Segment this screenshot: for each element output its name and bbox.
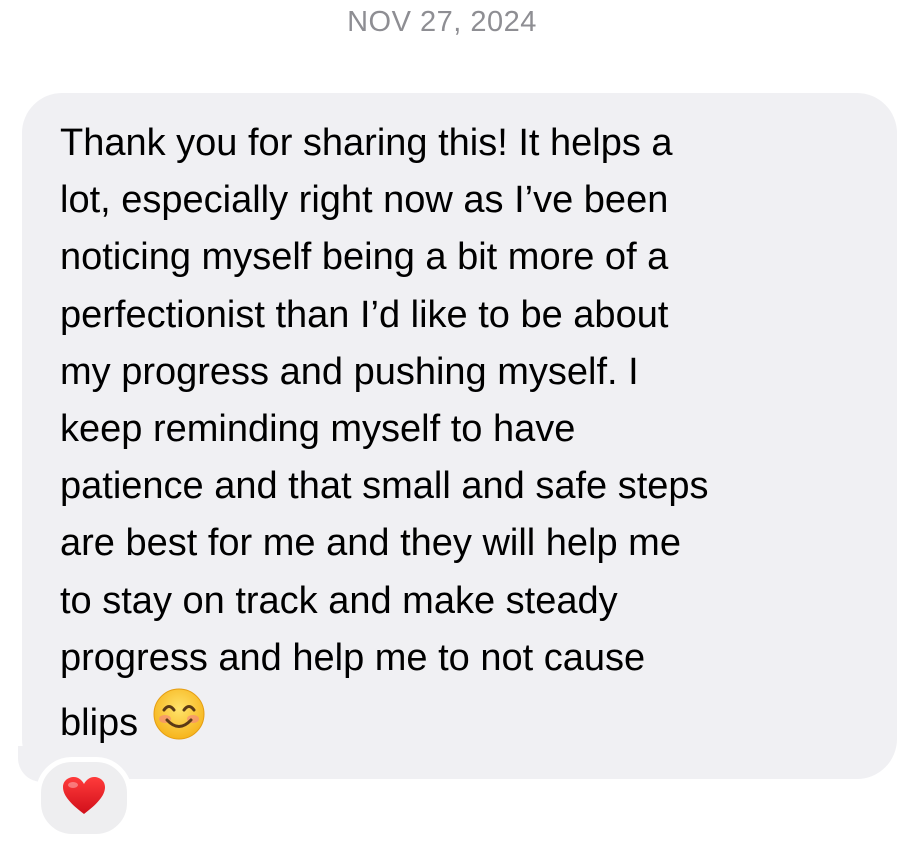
date-header: NOV 27, 2024 [347, 6, 537, 38]
smiling-face-icon [152, 687, 206, 758]
reaction-badge[interactable] [36, 757, 132, 839]
red-heart-icon [62, 776, 106, 821]
message-text: Thank you for sharing this! It helps a l… [60, 122, 709, 745]
